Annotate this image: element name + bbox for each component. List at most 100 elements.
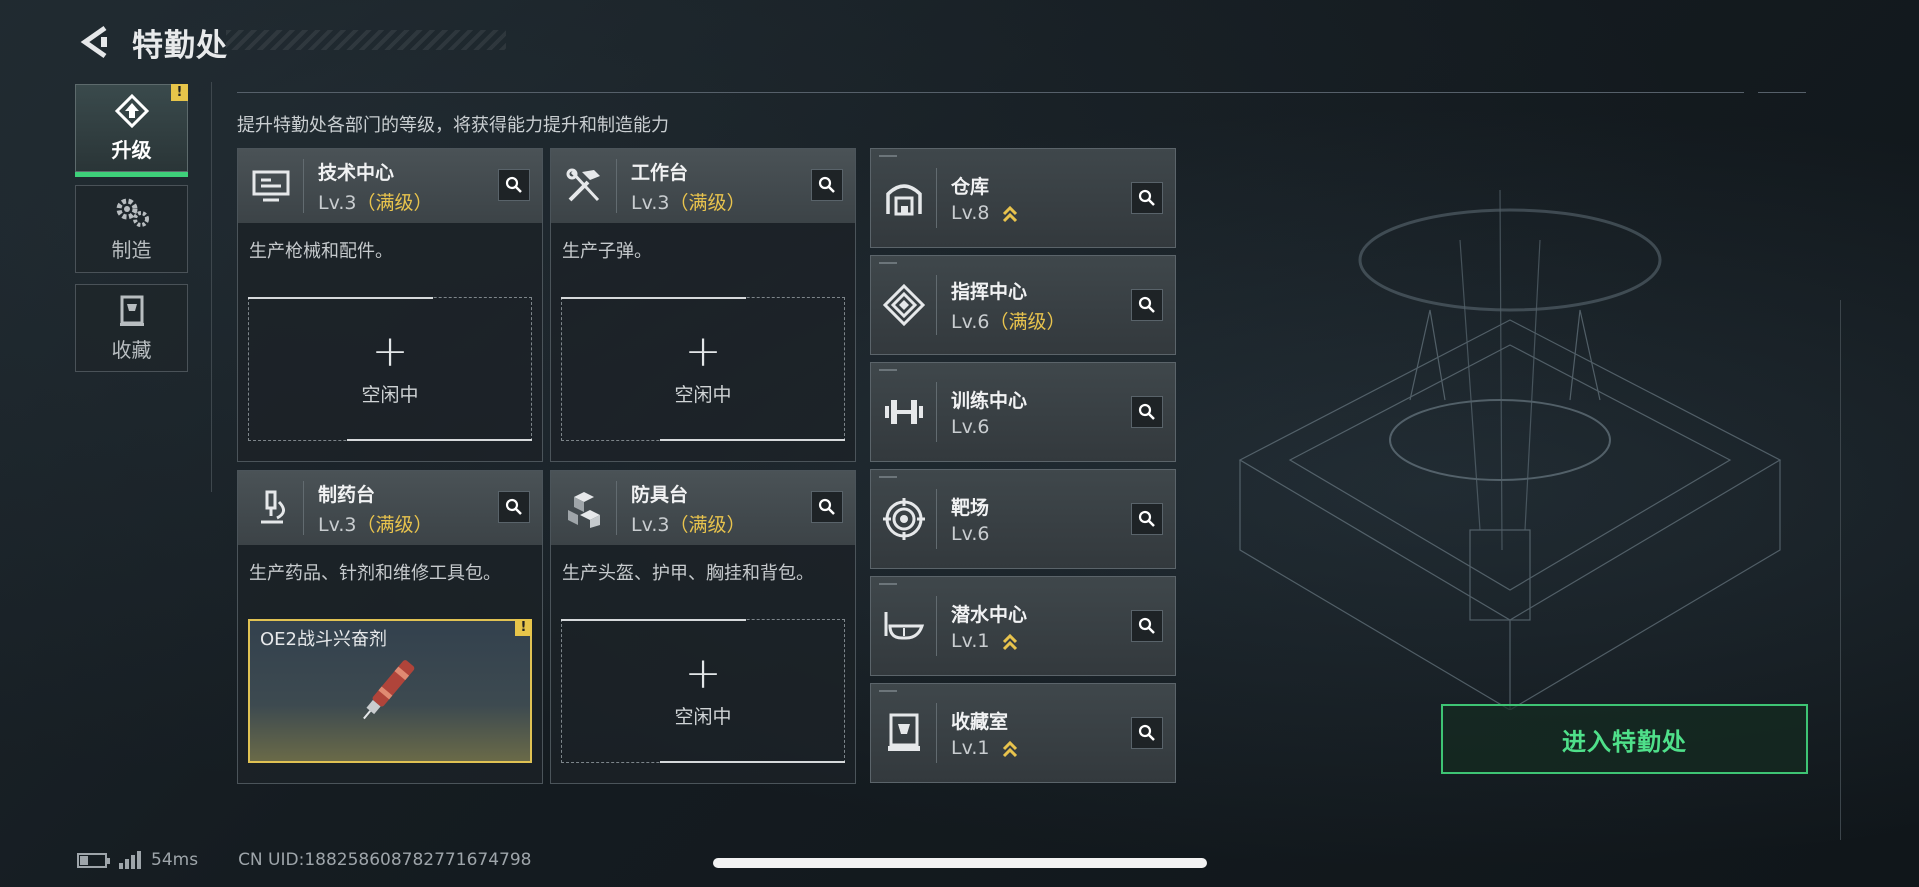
- tab-collection[interactable]: 收藏: [75, 284, 188, 372]
- search-button[interactable]: [1131, 503, 1163, 535]
- base-hologram-model: [1238, 189, 1782, 710]
- card-icon-wrap: [871, 703, 937, 763]
- card-header: 工作台 Lv.3（满级）: [551, 149, 855, 223]
- dumbbell-icon: [884, 400, 923, 424]
- card-level: Lv.1: [951, 630, 1027, 652]
- crafting-slot[interactable]: ! OE2战斗兴奋剂: [248, 619, 532, 763]
- tab-upgrade-label: 升级: [111, 137, 152, 162]
- diving-mask-icon: [884, 612, 924, 640]
- card-header: 技术中心 Lv.3（满级）: [238, 149, 542, 223]
- card-name: 训练中心: [951, 390, 1028, 412]
- search-icon: [505, 176, 522, 193]
- card-icon-wrap: [551, 481, 617, 535]
- display-case-icon: [887, 713, 920, 751]
- search-button[interactable]: [1131, 717, 1163, 749]
- stimulant-syringe-icon: [363, 660, 415, 720]
- facility-card-collection-room[interactable]: 收藏室 Lv.1: [870, 683, 1176, 783]
- card-icon-wrap: [871, 382, 937, 442]
- upgrade-available-icon: [1002, 633, 1017, 650]
- back-arrow-icon: [80, 25, 107, 59]
- search-button[interactable]: [498, 169, 530, 201]
- tab-craft[interactable]: 制造: [75, 185, 188, 273]
- workshop-card-workbench[interactable]: 工作台 Lv.3（满级） 生产子弹。 + 空闲中: [550, 148, 856, 462]
- search-icon: [1138, 617, 1155, 634]
- maxed-tag: （满级）: [669, 513, 746, 536]
- card-name: 指挥中心: [951, 280, 1028, 303]
- search-button[interactable]: [1131, 182, 1163, 214]
- home-indicator[interactable]: [713, 858, 1207, 868]
- card-name: 靶场: [951, 497, 990, 519]
- card-level: Lv.1: [951, 737, 1018, 759]
- warehouse-icon: [885, 184, 922, 216]
- card-level: Lv.6: [951, 416, 990, 438]
- header: 特勤处: [76, 20, 506, 64]
- card-name: 技术中心: [318, 161, 395, 184]
- card-icon-wrap: [871, 168, 937, 228]
- facility-card-warehouse[interactable]: 仓库 Lv.8: [870, 148, 1176, 248]
- card-name: 工作台: [631, 161, 689, 184]
- card-name: 制药台: [318, 483, 376, 506]
- card-corner-decor: [879, 583, 897, 585]
- status-bar: 54ms CN UID:18825860878277167479​8: [77, 850, 531, 870]
- card-name: 收藏室: [951, 711, 1009, 733]
- slot-status: 空闲中: [674, 383, 732, 406]
- plus-icon: +: [684, 647, 722, 699]
- right-decor-line: [1840, 300, 1841, 840]
- search-icon: [818, 176, 835, 193]
- top-divider: [237, 92, 1744, 93]
- idle-slot[interactable]: + 空闲中: [248, 297, 532, 441]
- enter-special-ops-button[interactable]: 进入特勤处: [1441, 704, 1808, 774]
- search-button[interactable]: [1131, 289, 1163, 321]
- search-button[interactable]: [1131, 610, 1163, 642]
- idle-slot[interactable]: + 空闲中: [561, 619, 845, 763]
- workshop-card-armor[interactable]: 防具台 Lv.3（满级） 生产头盔、护甲、胸挂和背包。 + 空闲中: [550, 470, 856, 784]
- card-level: Lv.6: [951, 523, 990, 545]
- top-divider-end: [1758, 92, 1806, 93]
- signal-icon: [119, 851, 143, 869]
- item-warning-badge: !: [515, 619, 532, 636]
- card-level: Lv.3（满级）: [318, 513, 433, 536]
- plus-icon: +: [371, 325, 409, 377]
- gears-icon: [116, 198, 149, 227]
- card-icon-wrap: [871, 596, 937, 656]
- maxed-tag: （满级）: [356, 513, 433, 536]
- idle-slot[interactable]: + 空闲中: [561, 297, 845, 441]
- card-level: Lv.3（满级）: [631, 513, 746, 536]
- card-corner-decor: [879, 369, 897, 371]
- target-icon: [882, 498, 925, 540]
- card-description: 生产头盔、护甲、胸挂和背包。: [562, 563, 814, 584]
- search-icon: [1138, 296, 1155, 313]
- card-name: 防具台: [631, 483, 689, 506]
- search-icon: [1138, 724, 1155, 741]
- subtitle: 提升特勤处各部门的等级，将获得能力提升和制造能力: [237, 115, 669, 136]
- workshop-card-tech-center[interactable]: 技术中心 Lv.3（满级） 生产枪械和配件。 + 空闲中: [237, 148, 543, 462]
- card-level: Lv.6（满级）: [951, 310, 1066, 333]
- facility-card-shooting-range[interactable]: 靶场 Lv.6: [870, 469, 1176, 569]
- plus-icon: +: [684, 325, 722, 377]
- battery-icon: [77, 852, 110, 868]
- search-button[interactable]: [1131, 396, 1163, 428]
- search-icon: [1138, 510, 1155, 527]
- tab-upgrade[interactable]: ! 升级: [75, 84, 188, 177]
- card-icon-wrap: [871, 275, 937, 335]
- facility-card-diving-center[interactable]: 潜水中心 Lv.1: [870, 576, 1176, 676]
- search-button[interactable]: [498, 491, 530, 523]
- workshop-card-pharmacy[interactable]: 制药台 Lv.3（满级） 生产药品、针剂和维修工具包。 ! OE2战斗兴奋剂: [237, 470, 543, 784]
- facility-card-training-center[interactable]: 训练中心 Lv.6: [870, 362, 1176, 462]
- facility-card-command-center[interactable]: 指挥中心 Lv.6（满级）: [870, 255, 1176, 355]
- upgrade-available-icon: [1002, 205, 1017, 222]
- page-title: 特勤处: [132, 27, 228, 64]
- trophy-case-icon: [119, 295, 144, 326]
- back-button[interactable]: [76, 23, 114, 61]
- tab-warning-badge: !: [171, 84, 188, 101]
- card-description: 生产药品、针剂和维修工具包。: [249, 563, 501, 584]
- slot-status: 空闲中: [361, 383, 419, 406]
- card-corner-decor: [879, 262, 897, 264]
- card-icon-wrap: [871, 489, 937, 549]
- search-button[interactable]: [811, 169, 843, 201]
- card-description: 生产枪械和配件。: [249, 241, 393, 262]
- title-decoration: [226, 30, 506, 50]
- card-corner-decor: [879, 155, 897, 157]
- search-button[interactable]: [811, 491, 843, 523]
- upgrade-icon: [114, 93, 149, 128]
